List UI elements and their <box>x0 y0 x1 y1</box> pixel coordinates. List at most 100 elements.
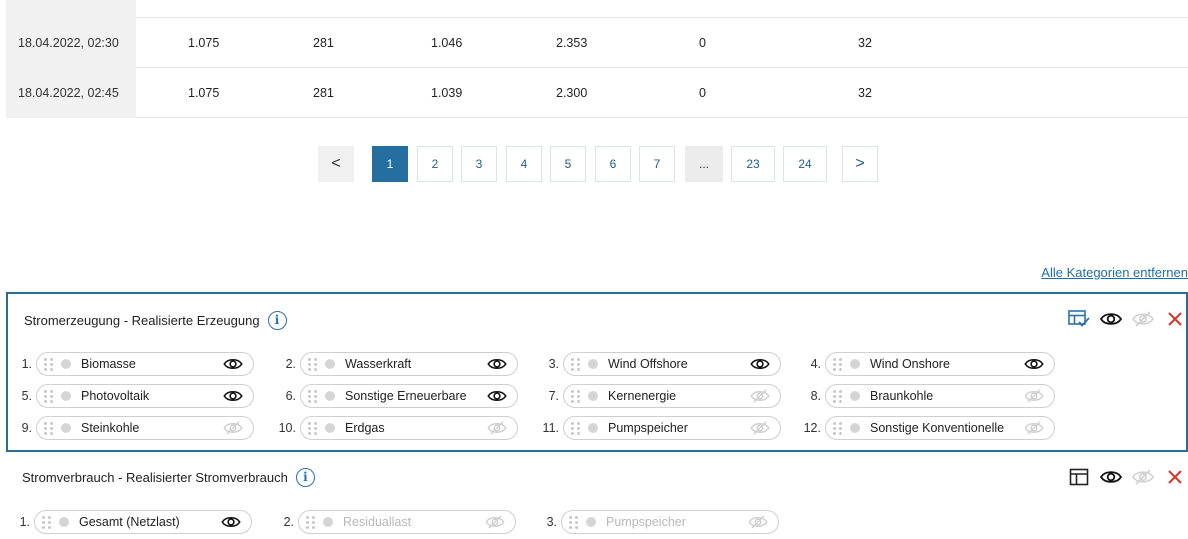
eye-icon[interactable] <box>1100 466 1122 488</box>
drag-handle-icon[interactable] <box>44 389 56 403</box>
item-number: 3. <box>548 357 559 371</box>
eye-icon[interactable] <box>487 389 507 403</box>
category-item-pill[interactable]: Erdgas <box>300 416 518 440</box>
category-item-pill[interactable]: Pumpspeicher <box>561 510 779 534</box>
category-item-pill[interactable]: Residuallast <box>298 510 516 534</box>
table-row: 18.04.2022, 02:30 1.075 281 1.046 2.353 … <box>6 18 1188 68</box>
pagination-prev-button[interactable]: < <box>318 146 354 182</box>
drag-handle-icon[interactable] <box>571 389 583 403</box>
eye-icon[interactable] <box>1024 357 1044 371</box>
drag-handle-icon[interactable] <box>308 389 320 403</box>
item-number: 1. <box>19 515 30 529</box>
category-item: 11. Pumpspeicher <box>537 416 781 440</box>
drag-handle-icon[interactable] <box>833 357 845 371</box>
category-item-pill[interactable]: Sonstige Konventionelle <box>825 416 1055 440</box>
pagination: < 1 2 3 4 5 6 7 ... 23 24 > <box>0 146 1188 182</box>
category-item-pill[interactable]: Gesamt (Netzlast) <box>34 510 252 534</box>
pagination-page-4[interactable]: 4 <box>506 146 542 182</box>
category-title: Stromverbrauch - Realisierter Stromverbr… <box>22 470 288 485</box>
category-item: 9. Steinkohle <box>10 416 254 440</box>
category-item: 12. Sonstige Konventionelle <box>799 416 1055 440</box>
category-item-label: Photovoltaik <box>81 389 150 403</box>
eye-slash-icon[interactable] <box>1024 421 1044 435</box>
drag-handle-icon[interactable] <box>44 421 56 435</box>
drag-handle-icon[interactable] <box>42 515 54 529</box>
category-toolbar <box>1068 308 1186 330</box>
category-item-pill[interactable]: Biomasse <box>36 352 254 376</box>
pagination-page-2[interactable]: 2 <box>417 146 453 182</box>
eye-slash-icon[interactable] <box>750 389 770 403</box>
color-dot-icon <box>850 359 860 369</box>
info-icon[interactable]: i <box>295 468 315 487</box>
table-check-icon[interactable] <box>1068 308 1090 330</box>
category-item-pill[interactable]: Photovoltaik <box>36 384 254 408</box>
color-dot-icon <box>61 423 71 433</box>
eye-slash-icon[interactable] <box>750 421 770 435</box>
eye-slash-icon[interactable] <box>487 421 507 435</box>
eye-icon[interactable] <box>223 389 243 403</box>
color-dot-icon <box>59 517 69 527</box>
color-dot-icon <box>325 391 335 401</box>
category-item-pill[interactable]: Wind Offshore <box>563 352 781 376</box>
pagination-next-button[interactable]: > <box>842 146 878 182</box>
item-number: 10. <box>278 421 296 435</box>
drag-handle-icon[interactable] <box>569 515 581 529</box>
category-item-pill[interactable]: Sonstige Erneuerbare <box>300 384 518 408</box>
table-cell: 1.075 <box>188 86 220 100</box>
drag-handle-icon[interactable] <box>833 389 845 403</box>
color-dot-icon <box>588 359 598 369</box>
close-icon[interactable] <box>1164 308 1186 330</box>
pagination-page-1[interactable]: 1 <box>372 146 408 182</box>
drag-handle-icon[interactable] <box>571 357 583 371</box>
pagination-page-6[interactable]: 6 <box>595 146 631 182</box>
eye-icon[interactable] <box>487 357 507 371</box>
category-item-pill[interactable]: Pumpspeicher <box>563 416 781 440</box>
table-cell: 1.046 <box>431 36 463 50</box>
drag-handle-icon[interactable] <box>308 357 320 371</box>
category-item: 7. Kernenergie <box>537 384 781 408</box>
info-icon[interactable]: i <box>267 311 287 330</box>
item-number: 11. <box>542 421 559 435</box>
drag-handle-icon[interactable] <box>306 515 318 529</box>
eye-slash-icon[interactable] <box>485 515 505 529</box>
eye-icon[interactable] <box>1100 308 1122 330</box>
close-icon[interactable] <box>1164 466 1186 488</box>
eye-slash-icon[interactable] <box>1024 389 1044 403</box>
pagination-page-3[interactable]: 3 <box>461 146 497 182</box>
drag-handle-icon[interactable] <box>833 421 845 435</box>
eye-icon[interactable] <box>221 515 241 529</box>
category-item: 8. Braunkohle <box>799 384 1055 408</box>
category-item-pill[interactable]: Wind Onshore <box>825 352 1055 376</box>
category-toolbar <box>1068 466 1186 488</box>
table-row-partial <box>6 0 1188 18</box>
eye-icon[interactable] <box>223 357 243 371</box>
pagination-page-24[interactable]: 24 <box>783 146 827 182</box>
table-cell: 0 <box>699 36 706 50</box>
data-table: 18.04.2022, 02:30 1.075 281 1.046 2.353 … <box>6 0 1188 118</box>
remove-all-categories-link[interactable]: Alle Kategorien entfernen <box>1041 265 1188 280</box>
category-item-pill[interactable]: Braunkohle <box>825 384 1055 408</box>
item-number: 4. <box>810 357 821 371</box>
pagination-page-7[interactable]: 7 <box>639 146 675 182</box>
category-item-label: Steinkohle <box>81 421 140 435</box>
eye-icon[interactable] <box>750 357 770 371</box>
category-item-label: Sonstige Konventionelle <box>870 421 1005 435</box>
category-item-pill[interactable]: Kernenergie <box>563 384 781 408</box>
category-item: 3. Wind Offshore <box>537 352 781 376</box>
drag-handle-icon[interactable] <box>308 421 320 435</box>
eye-slash-icon[interactable] <box>1132 466 1154 488</box>
color-dot-icon <box>586 517 596 527</box>
category-item-pill[interactable]: Wasserkraft <box>300 352 518 376</box>
eye-slash-icon[interactable] <box>1132 308 1154 330</box>
eye-slash-icon[interactable] <box>748 515 768 529</box>
pagination-page-5[interactable]: 5 <box>550 146 586 182</box>
pagination-page-23[interactable]: 23 <box>731 146 775 182</box>
table-icon[interactable] <box>1068 466 1090 488</box>
eye-slash-icon[interactable] <box>223 421 243 435</box>
item-number: 2. <box>283 515 294 529</box>
drag-handle-icon[interactable] <box>44 357 56 371</box>
category-item-label: Gesamt (Netzlast) <box>79 515 180 529</box>
item-number: 5. <box>21 389 32 403</box>
drag-handle-icon[interactable] <box>571 421 583 435</box>
category-item-pill[interactable]: Steinkohle <box>36 416 254 440</box>
